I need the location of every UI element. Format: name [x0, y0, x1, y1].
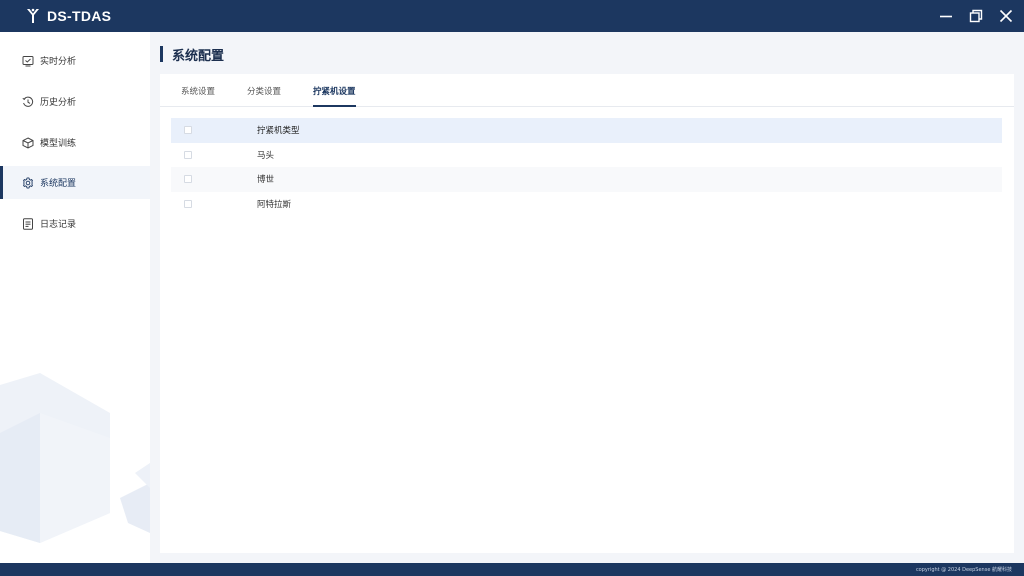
- table-row[interactable]: 博世: [171, 167, 1002, 192]
- window-controls: [938, 0, 1014, 32]
- sidebar-item-label: 系统配置: [40, 179, 77, 189]
- sidebar-item-label: 日志记录: [40, 220, 77, 230]
- gear-icon: [22, 176, 34, 189]
- tab-bar: 系统设置 分类设置 拧紧机设置: [160, 74, 1014, 107]
- sidebar-decoration: [0, 373, 150, 543]
- tab-system-settings[interactable]: 系统设置: [181, 74, 215, 107]
- row-checkbox[interactable]: [184, 150, 192, 159]
- page-header: 系统配置: [160, 45, 225, 64]
- row-checkbox[interactable]: [184, 175, 192, 183]
- sidebar-item-label: 模型训练: [40, 139, 77, 149]
- content-panel: 系统设置 分类设置 拧紧机设置 拧紧机类型 马头 博世 阿特拉斯: [160, 74, 1014, 553]
- footer-bar: copyright @ 2024 DeepSense 航耀科技: [0, 563, 1024, 576]
- table-row[interactable]: 阿特拉斯: [171, 192, 1002, 217]
- copyright-text: copyright @ 2024 DeepSense 航耀科技: [915, 567, 1012, 573]
- cube-icon: [22, 136, 34, 149]
- history-clock-icon: [22, 96, 34, 108]
- minimize-icon[interactable]: [938, 8, 954, 24]
- tightener-table: 拧紧机类型 马头 博世 阿特拉斯: [171, 118, 1002, 216]
- title-bar: DS-TDAS: [0, 0, 1024, 32]
- restore-icon[interactable]: [968, 8, 984, 24]
- sidebar-item-label: 历史分析: [40, 98, 77, 108]
- sidebar-item-system-config[interactable]: 系统配置: [0, 166, 150, 199]
- table-cell: 阿特拉斯: [257, 199, 292, 210]
- sidebar-item-logs[interactable]: 日志记录: [0, 207, 150, 240]
- document-icon: [22, 217, 34, 230]
- app-logo-icon: [25, 8, 41, 24]
- title-accent-bar: [160, 46, 163, 62]
- sidebar: 实时分析 历史分析 模型训练 系统配置 日志记录: [0, 32, 150, 563]
- column-header-tightener-type: 拧紧机类型: [257, 126, 300, 137]
- sidebar-item-realtime-analysis[interactable]: 实时分析: [0, 44, 150, 77]
- sidebar-item-history-analysis[interactable]: 历史分析: [0, 85, 150, 118]
- table-row[interactable]: 马头: [171, 143, 1002, 168]
- close-icon[interactable]: [998, 8, 1014, 24]
- page-title: 系统配置: [172, 48, 225, 64]
- table-header-row: 拧紧机类型: [171, 118, 1002, 143]
- table-cell: 马头: [257, 150, 275, 161]
- tab-category-settings[interactable]: 分类设置: [247, 74, 281, 107]
- select-all-checkbox[interactable]: [184, 126, 192, 134]
- monitor-check-icon: [22, 55, 34, 67]
- table-cell: 博世: [257, 175, 275, 186]
- sidebar-item-label: 实时分析: [40, 57, 77, 67]
- app-title: DS-TDAS: [47, 8, 112, 24]
- tab-tightener-settings[interactable]: 拧紧机设置: [313, 74, 356, 107]
- sidebar-item-model-training[interactable]: 模型训练: [0, 126, 150, 159]
- row-checkbox[interactable]: [184, 199, 192, 208]
